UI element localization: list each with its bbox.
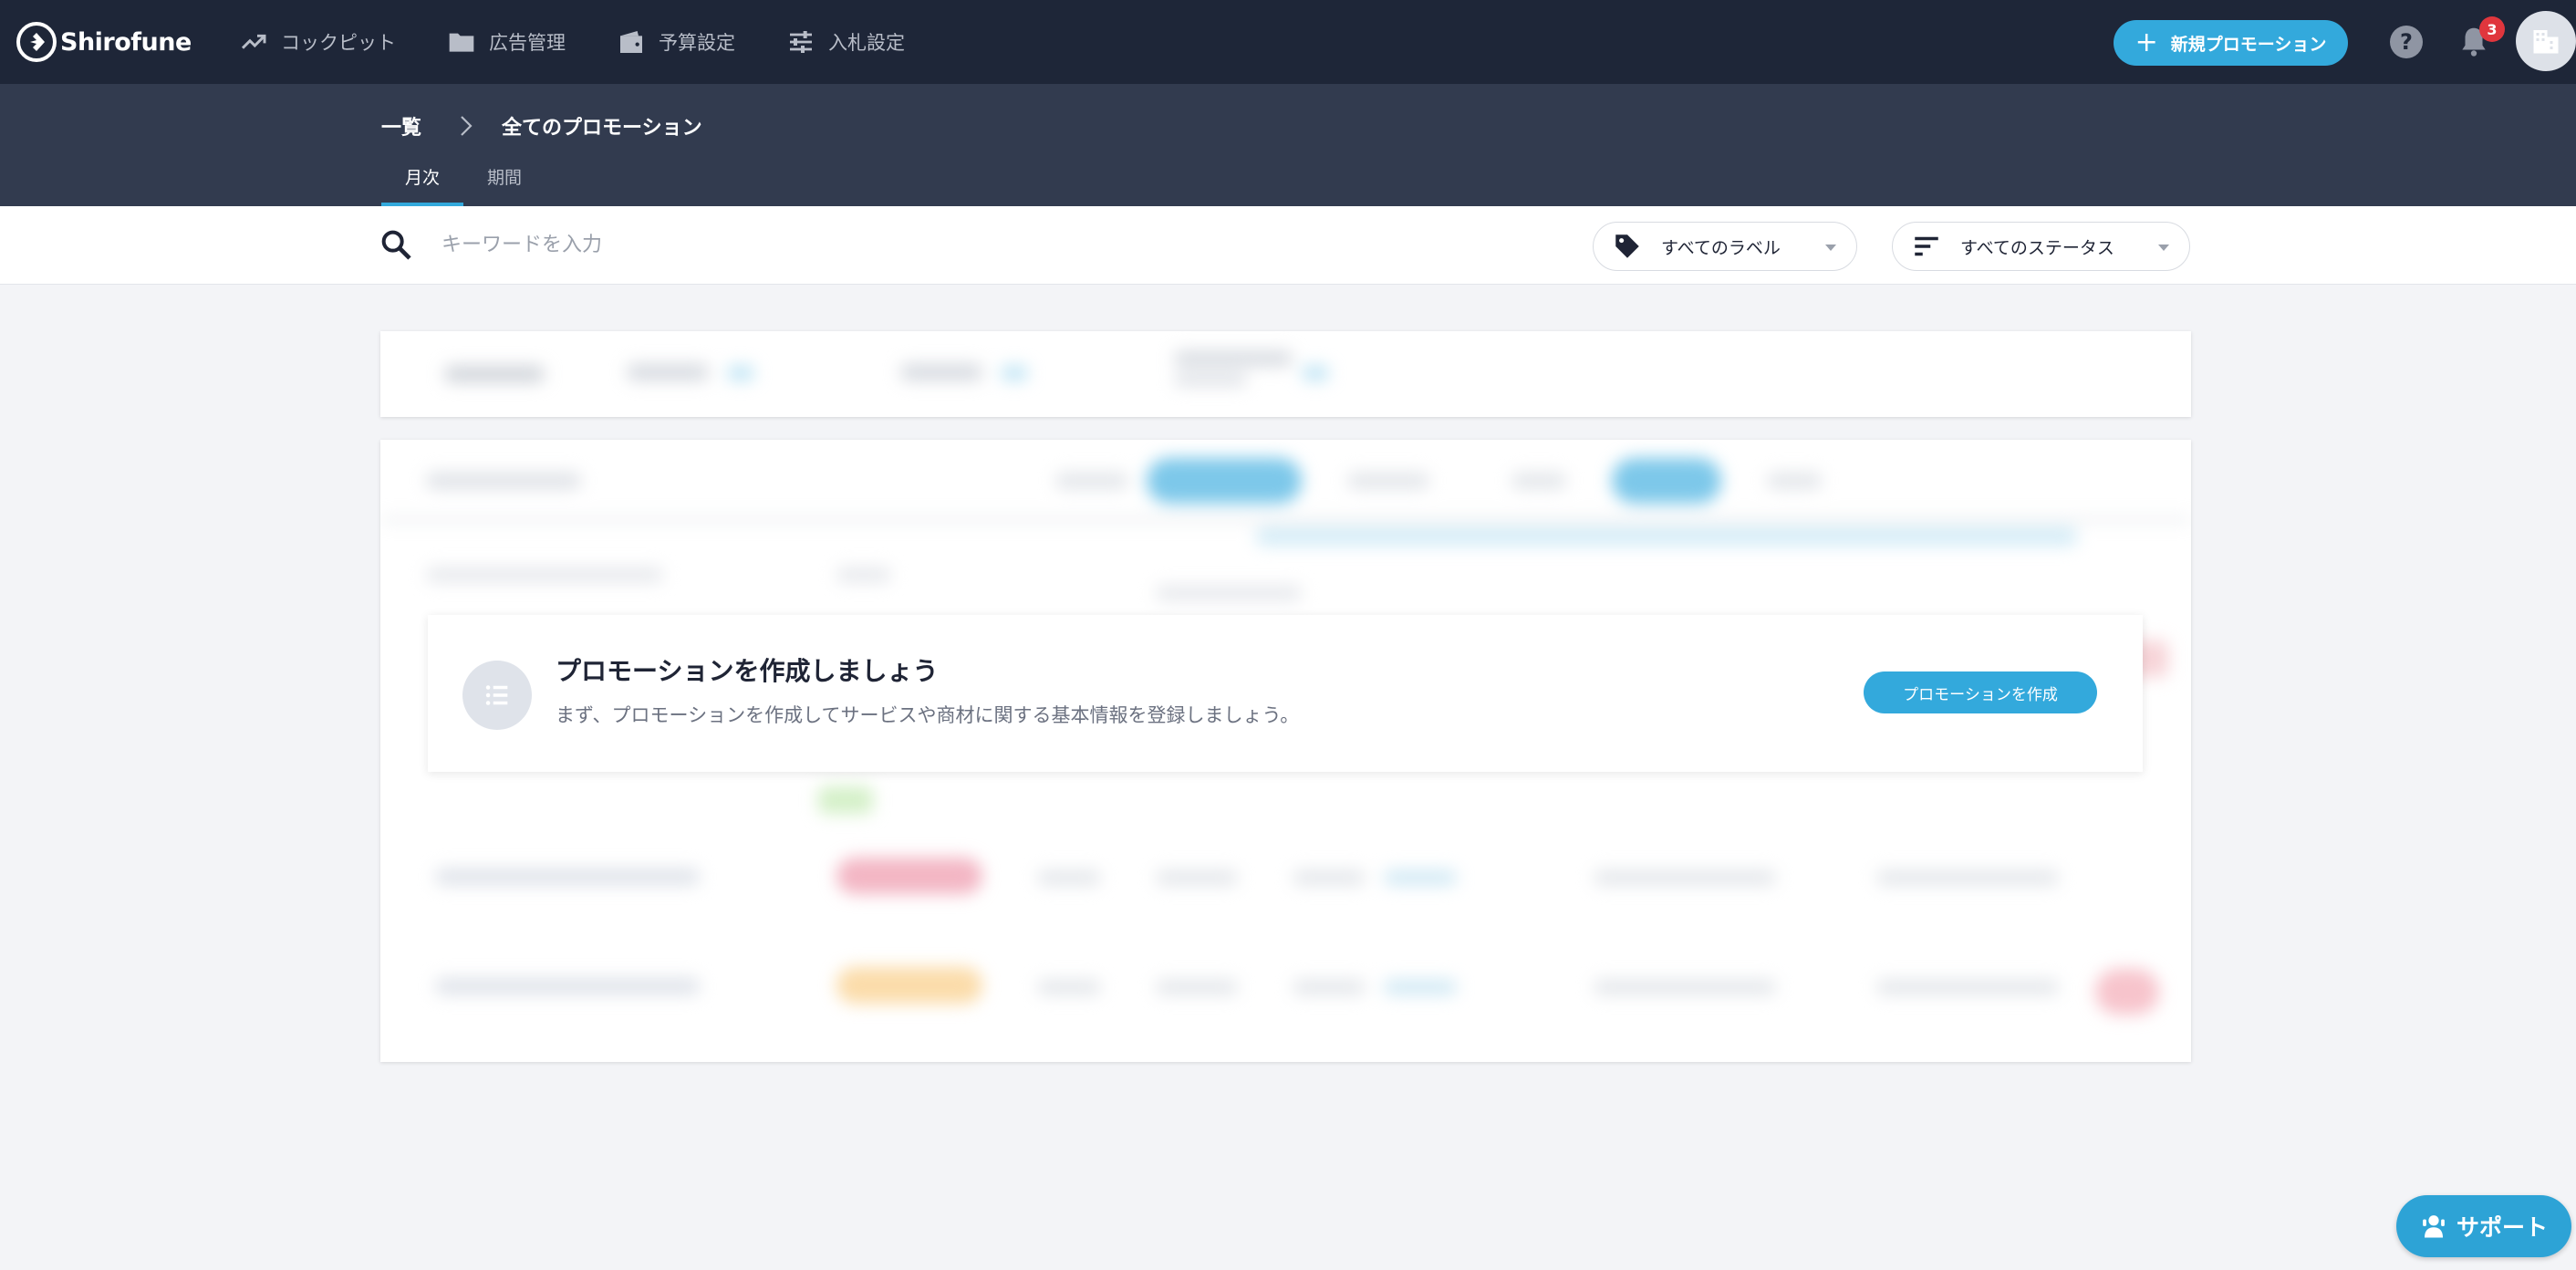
help-icon[interactable]: ? — [2390, 26, 2423, 58]
main-nav: コックピット 広告管理 予算設定 入札設定 — [239, 0, 956, 84]
chevron-right-icon — [461, 116, 473, 136]
support-label: サポート — [2456, 1214, 2548, 1241]
support-button[interactable]: サポート — [2396, 1195, 2571, 1257]
create-promotion-button[interactable]: プロモーションを作成 — [1864, 671, 2097, 713]
nav-item-label: 予算設定 — [659, 32, 735, 54]
search-input[interactable] — [441, 224, 1080, 265]
caret-down-icon — [2158, 245, 2169, 251]
wallet-icon — [620, 31, 642, 53]
sliders-icon — [790, 31, 812, 53]
empty-state-description: まず、プロモーションを作成してサービスや商材に関する基本情報を登録しましょう。 — [556, 704, 1300, 726]
shirofune-logo-icon — [16, 22, 57, 62]
view-tabs: 月次 期間 — [381, 155, 545, 206]
brand-logo[interactable]: Shirofune — [16, 22, 192, 62]
tag-icon — [1615, 234, 1639, 258]
breadcrumb-root[interactable]: 一覧 — [381, 111, 421, 141]
caret-down-icon — [1825, 245, 1836, 251]
nav-item-label: 広告管理 — [489, 32, 566, 54]
breadcrumb-current: 全てのプロモーション — [502, 117, 702, 140]
empty-state-title: プロモーションを作成しましょう — [556, 656, 939, 686]
filter-bar: すべてのラベル すべてのステータス — [0, 206, 2576, 285]
plus-icon: + — [2135, 26, 2158, 58]
label-select[interactable]: すべてのラベル — [1593, 222, 1857, 271]
nav-item-label: 入札設定 — [828, 32, 905, 54]
blurred-content — [380, 331, 2191, 417]
empty-state-panel: プロモーションを作成しましょう まず、プロモーションを作成してサービスや商材に関… — [428, 615, 2143, 772]
sub-header: 一覧 全てのプロモーション 月次 期間 — [0, 84, 2576, 206]
breadcrumb: 一覧 全てのプロモーション — [381, 111, 702, 141]
notification-badge: 3 — [2479, 16, 2505, 42]
tab-monthly[interactable]: 月次 — [381, 155, 464, 206]
blurred-summary-card — [380, 331, 2191, 417]
brand-name: Shirofune — [60, 27, 192, 57]
top-navbar: Shirofune コックピット 広告管理 予算設定 入札設定 + 新規プロモー… — [0, 0, 2576, 84]
folder-icon — [449, 33, 474, 52]
status-select-value: すべてのステータス — [1960, 237, 2114, 258]
account-avatar[interactable] — [2516, 11, 2576, 71]
search-icon — [381, 230, 411, 260]
building-icon — [2533, 30, 2559, 54]
nav-item-bidding[interactable]: 入札設定 — [786, 27, 905, 57]
nav-item-ad-management[interactable]: 広告管理 — [447, 27, 566, 57]
new-promotion-label: 新規プロモーション — [2170, 34, 2327, 55]
tab-period[interactable]: 期間 — [463, 155, 545, 206]
nav-item-label: コックピット — [281, 32, 396, 54]
nav-item-cockpit[interactable]: コックピット — [239, 27, 396, 57]
support-person-icon — [2423, 1215, 2445, 1238]
label-select-value: すべてのラベル — [1661, 237, 1781, 258]
status-select[interactable]: すべてのステータス — [1892, 222, 2190, 271]
list-icon — [462, 661, 532, 730]
sort-icon — [1915, 236, 1938, 256]
trending-up-icon — [241, 34, 266, 49]
nav-item-budget[interactable]: 予算設定 — [617, 27, 735, 57]
new-promotion-button[interactable]: + 新規プロモーション — [2114, 20, 2348, 66]
